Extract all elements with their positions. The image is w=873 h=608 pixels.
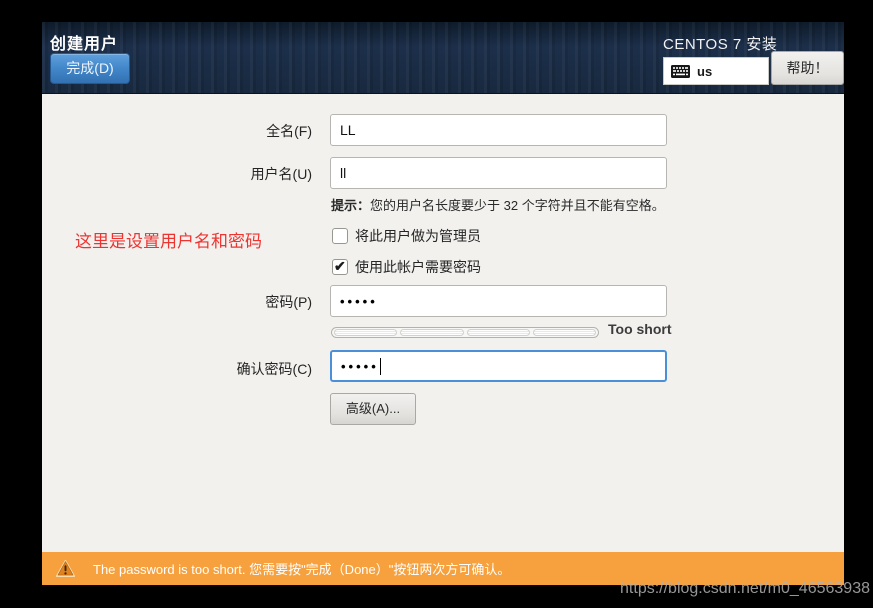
strength-status-text: Too short — [608, 321, 672, 337]
strength-segment — [400, 329, 463, 336]
hint-body: 您的用户名长度要少于 32 个字符并且不能有空格。 — [370, 198, 665, 213]
warning-icon — [55, 559, 76, 578]
header-bar: 创建用户 完成(D) CENTOS 7 安装 us 帮助！ — [42, 22, 844, 94]
require-password-checkbox-label: 使用此帐户需要密码 — [355, 257, 481, 277]
text-caret — [380, 358, 381, 375]
hint-prefix: 提示： — [331, 198, 370, 213]
confirm-password-input[interactable]: ••••• — [330, 350, 667, 382]
username-input[interactable] — [330, 157, 667, 189]
fullname-input[interactable] — [330, 114, 667, 146]
red-annotation: 这里是设置用户名和密码 — [75, 227, 262, 252]
password-label: 密码(P) — [82, 292, 312, 312]
username-hint: 提示：您的用户名长度要少于 32 个字符并且不能有空格。 — [331, 195, 665, 214]
help-button[interactable]: 帮助！ — [771, 51, 844, 85]
done-button[interactable]: 完成(D) — [50, 53, 130, 84]
confirm-password-value: ••••• — [341, 359, 379, 374]
password-strength-bar — [331, 327, 599, 338]
watermark-url: https://blog.csdn.net/m0_46563938 — [620, 580, 870, 598]
page-title: 创建用户 — [50, 30, 118, 54]
installer-window: 创建用户 完成(D) CENTOS 7 安装 us 帮助！ 全名(F) 用户名(… — [42, 22, 844, 585]
require-password-checkbox-row[interactable]: 使用此帐户需要密码 — [332, 257, 481, 277]
strength-segment — [467, 329, 530, 336]
keyboard-layout-indicator[interactable]: us — [663, 57, 769, 85]
password-value: ••••• — [340, 294, 378, 309]
password-input[interactable]: ••••• — [330, 285, 667, 317]
keyboard-layout-label: us — [697, 64, 712, 79]
strength-segment — [533, 329, 596, 336]
fullname-label: 全名(F) — [82, 121, 312, 141]
confirm-password-label: 确认密码(C) — [82, 359, 312, 379]
admin-checkbox-label: 将此用户做为管理员 — [355, 226, 481, 246]
advanced-button[interactable]: 高级(A)... — [330, 393, 416, 425]
create-user-form: 全名(F) 用户名(U) 提示：您的用户名长度要少于 32 个字符并且不能有空格… — [42, 94, 844, 552]
keyboard-icon — [671, 65, 690, 78]
admin-checkbox-row[interactable]: 将此用户做为管理员 — [332, 226, 481, 246]
strength-segment — [334, 329, 397, 336]
require-password-checkbox[interactable] — [332, 259, 348, 275]
warning-message: The password is too short. 您需要按"完成（Done）… — [93, 559, 510, 578]
admin-checkbox[interactable] — [332, 228, 348, 244]
product-title: CENTOS 7 安装 — [663, 33, 777, 54]
username-label: 用户名(U) — [82, 164, 312, 184]
